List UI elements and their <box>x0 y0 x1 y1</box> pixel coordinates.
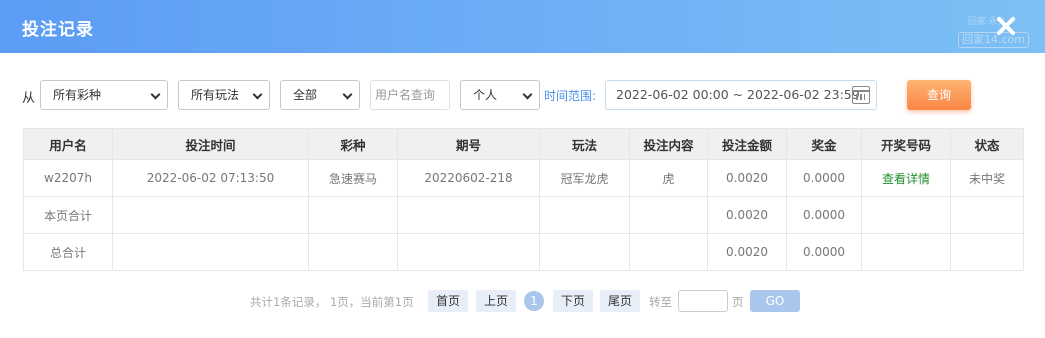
grand-total-row: 总合计 0.0020 0.0000 <box>23 233 1024 271</box>
col-header-username: 用户名 <box>23 128 113 160</box>
play-select[interactable]: 所有玩法 <box>178 80 270 110</box>
col-header-issue: 期号 <box>397 128 540 160</box>
cell-amount: 0.0020 <box>707 159 787 197</box>
prev-page-button[interactable]: 上页 <box>476 290 516 312</box>
cell-lottery: 急速赛马 <box>308 159 398 197</box>
status-select[interactable]: 全部 <box>280 80 360 110</box>
table-header-row: 用户名 投注时间 彩种 期号 玩法 投注内容 投注金额 奖金 开奖号码 状态 <box>23 128 1024 160</box>
go-button[interactable]: GO <box>750 290 800 312</box>
cell-status: 未中奖 <box>950 159 1024 197</box>
query-button[interactable]: 查询 <box>907 80 971 110</box>
cell-play: 冠军龙虎 <box>539 159 630 197</box>
grand-total-label: 总合计 <box>23 233 113 271</box>
pagination: 共计1条记录， 1页，当前第1页 首页 上页 1 下页 尾页 转至 页 GO <box>0 290 1045 312</box>
from-label: 从 <box>22 91 36 106</box>
col-header-play: 玩法 <box>539 128 630 160</box>
goto-page-input[interactable] <box>678 290 728 312</box>
cell-issue: 20220602-218 <box>397 159 540 197</box>
status-select-value: 全部 <box>293 88 318 102</box>
chevron-down-icon <box>342 89 353 100</box>
play-select-value: 所有玩法 <box>191 88 240 102</box>
cell-content: 虎 <box>629 159 708 197</box>
bet-records-table: 用户名 投注时间 彩种 期号 玩法 投注内容 投注金额 奖金 开奖号码 状态 w… <box>23 128 1024 271</box>
lottery-select-value: 所有彩种 <box>53 88 102 102</box>
time-range-value: 2022-06-02 00:00 ~ 2022-06-02 23:59 <box>616 87 860 102</box>
calendar-icon[interactable] <box>852 86 870 104</box>
username-input[interactable]: 用户名查询 <box>370 80 450 110</box>
page-total-label: 本页合计 <box>23 196 113 234</box>
col-header-lottery: 彩种 <box>308 128 398 160</box>
pagination-info: 共计1条记录， 1页，当前第1页 <box>250 295 414 309</box>
chevron-down-icon <box>522 89 533 100</box>
scope-select[interactable]: 个人 <box>460 80 540 110</box>
col-header-draw: 开奖号码 <box>861 128 951 160</box>
close-icon[interactable] <box>994 14 1018 38</box>
chevron-down-icon <box>252 89 263 100</box>
col-header-amount: 投注金额 <box>707 128 787 160</box>
dialog-title: 投注记录 <box>22 20 94 40</box>
username-placeholder: 用户名查询 <box>375 88 436 102</box>
cell-prize: 0.0000 <box>786 159 862 197</box>
first-page-button[interactable]: 首页 <box>428 290 468 312</box>
cell-username: w2207h <box>23 159 113 197</box>
col-header-content: 投注内容 <box>629 128 708 160</box>
page-unit-label: 页 <box>732 295 744 309</box>
col-header-prize: 奖金 <box>786 128 862 160</box>
table-row: w2207h 2022-06-02 07:13:50 急速赛马 20220602… <box>23 159 1024 197</box>
view-detail-link[interactable]: 查看详情 <box>861 159 951 197</box>
page-total-prize: 0.0000 <box>786 196 862 234</box>
lottery-select[interactable]: 所有彩种 <box>40 80 168 110</box>
goto-label: 转至 <box>649 295 672 309</box>
time-range-label: 时间范围: <box>544 89 597 103</box>
page-total-amount: 0.0020 <box>707 196 787 234</box>
col-header-bet-time: 投注时间 <box>112 128 309 160</box>
current-page-indicator[interactable]: 1 <box>524 291 544 311</box>
dialog-header: 投注记录 回家·永久 回家14.com <box>0 0 1045 53</box>
last-page-button[interactable]: 尾页 <box>600 290 640 312</box>
filter-bar: 从 所有彩种 所有玩法 全部 用户名查询 个人 时间范围: 2022-06-02… <box>0 78 1045 112</box>
next-page-button[interactable]: 下页 <box>553 290 593 312</box>
chevron-down-icon <box>150 89 161 100</box>
cell-bet-time: 2022-06-02 07:13:50 <box>112 159 309 197</box>
page-total-row: 本页合计 0.0020 0.0000 <box>23 196 1024 234</box>
col-header-status: 状态 <box>950 128 1024 160</box>
grand-total-prize: 0.0000 <box>786 233 862 271</box>
scope-select-value: 个人 <box>473 88 498 102</box>
grand-total-amount: 0.0020 <box>707 233 787 271</box>
time-range-input[interactable]: 2022-06-02 00:00 ~ 2022-06-02 23:59 <box>605 80 877 110</box>
